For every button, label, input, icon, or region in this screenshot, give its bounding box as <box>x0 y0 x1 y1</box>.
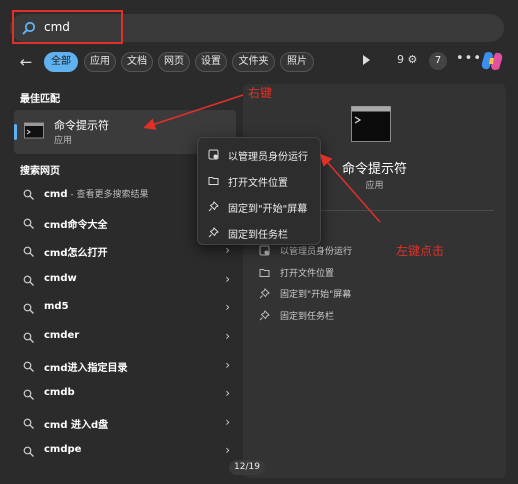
web-result[interactable]: cmdb › <box>14 380 236 409</box>
web-result-label: cmd <box>44 189 68 200</box>
folder-icon <box>208 177 219 185</box>
chevron-right-icon[interactable]: › <box>225 300 230 314</box>
web-result-label: cmd命令大全 <box>44 219 108 231</box>
best-match-type: 应用 <box>54 136 73 146</box>
ctx-label: 固定到任务栏 <box>228 230 288 241</box>
rewards-indicator[interactable]: 9 ⚙ <box>397 53 417 66</box>
search-icon <box>23 418 34 429</box>
terminal-icon <box>351 106 391 142</box>
filter-photos[interactable]: 照片 <box>280 52 314 72</box>
search-icon <box>23 303 34 315</box>
filter-web[interactable]: 网页 <box>158 52 190 72</box>
chevron-right-icon[interactable]: › <box>225 243 230 257</box>
filter-folders[interactable]: 文件夹 <box>232 52 275 72</box>
web-result[interactable]: cmdw › <box>14 266 236 295</box>
pin-icon <box>208 201 219 212</box>
pin-icon <box>208 227 219 238</box>
trophy-icon: ⚙ <box>407 53 418 66</box>
action-label: 打开文件位置 <box>280 268 335 279</box>
filter-settings[interactable]: 设置 <box>195 52 227 72</box>
search-icon <box>23 275 34 286</box>
shield-icon <box>208 149 219 160</box>
search-icon <box>23 218 34 229</box>
ctx-label: 打开文件位置 <box>228 178 288 189</box>
chevron-right-icon[interactable]: › <box>225 386 230 400</box>
chevron-right-icon[interactable]: › <box>225 329 230 343</box>
annotation-highlight-box <box>12 10 123 44</box>
search-icon <box>23 446 34 458</box>
search-icon <box>23 246 34 258</box>
chevron-right-icon[interactable]: › <box>225 415 230 429</box>
annotation-right-click: 右键 <box>248 86 273 100</box>
pin-icon <box>259 288 270 299</box>
best-match-heading: 最佳匹配 <box>20 94 60 105</box>
search-icon <box>23 361 34 372</box>
back-arrow-icon[interactable]: ← <box>16 52 36 72</box>
best-match-name: 命令提示符 <box>54 119 109 132</box>
web-search-heading: 搜索网页 <box>20 166 60 177</box>
web-result-label: cmdw <box>44 272 77 284</box>
filter-bar: ← 全部 应用 文档 网页 设置 文件夹 照片 9 ⚙ 7 ••• <box>14 50 510 74</box>
web-result[interactable]: cmd进入指定目录 › <box>14 352 236 381</box>
search-icon <box>23 189 34 200</box>
ctx-pin-to-start[interactable]: 固定到"开始"屏幕 <box>198 193 320 219</box>
chevron-right-icon[interactable]: › <box>225 358 230 372</box>
shield-icon <box>259 245 270 256</box>
copilot-icon[interactable] <box>480 50 504 72</box>
web-result-label: cmd怎么打开 <box>44 248 108 260</box>
action-label: 固定到任务栏 <box>280 311 335 322</box>
action-label: 以管理员身份运行 <box>280 247 353 257</box>
filter-all[interactable]: 全部 <box>44 52 78 72</box>
web-result[interactable]: cmder › <box>14 323 236 352</box>
chevron-right-icon[interactable]: › <box>225 443 230 457</box>
rewards-count: 9 <box>397 53 404 66</box>
filter-documents[interactable]: 文档 <box>121 52 153 72</box>
ctx-run-as-admin[interactable]: 以管理员身份运行 <box>198 141 320 167</box>
web-result[interactable]: md5 › <box>14 294 236 323</box>
annotation-left-click: 左键点击 <box>396 244 445 258</box>
chevron-right-icon[interactable]: › <box>225 272 230 286</box>
more-options-icon[interactable]: ••• <box>456 51 482 66</box>
ctx-pin-to-taskbar[interactable]: 固定到任务栏 <box>198 219 320 245</box>
selection-accent <box>14 124 17 140</box>
filter-apps[interactable]: 应用 <box>84 52 116 72</box>
pin-icon <box>259 309 270 320</box>
search-icon <box>23 332 34 343</box>
web-result-label: cmdb <box>44 387 75 399</box>
notification-badge[interactable]: 7 <box>429 52 447 70</box>
web-result-label: md5 <box>44 301 69 313</box>
ctx-label: 以管理员身份运行 <box>228 152 308 163</box>
web-result-label: cmder <box>44 329 80 341</box>
web-result-hint: - 查看更多搜索结果 <box>67 190 149 200</box>
terminal-icon <box>24 122 44 139</box>
context-menu: 以管理员身份运行 打开文件位置 固定到"开始"屏幕 固定到任务栏 <box>197 137 321 245</box>
ctx-open-file-location[interactable]: 打开文件位置 <box>198 167 320 193</box>
play-icon[interactable] <box>363 55 370 65</box>
web-result[interactable]: cmd 进入d盘 › <box>14 409 236 438</box>
search-icon <box>23 389 34 401</box>
folder-icon <box>259 268 270 277</box>
page-indicator: 12/19 <box>229 460 265 475</box>
web-result-label: cmd 进入d盘 <box>44 419 109 431</box>
ctx-label: 固定到"开始"屏幕 <box>228 204 308 215</box>
web-result-label: cmdpe <box>44 444 82 456</box>
web-result[interactable]: cmdpe › <box>14 437 236 466</box>
web-result-label: cmd进入指定目录 <box>44 362 128 374</box>
action-label: 固定到"开始"屏幕 <box>280 290 352 300</box>
